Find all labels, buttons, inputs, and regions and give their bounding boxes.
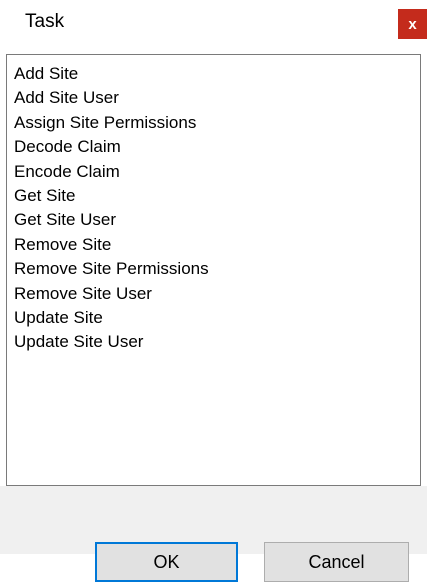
close-button[interactable]: x: [398, 9, 427, 39]
list-item-decode-claim[interactable]: Decode Claim: [7, 135, 420, 159]
list-item-add-site-user[interactable]: Add Site User: [7, 86, 420, 110]
cancel-button-label: Cancel: [308, 551, 365, 572]
window-title: Task: [25, 11, 65, 32]
list-item-remove-site-user[interactable]: Remove Site User: [7, 282, 420, 306]
task-listbox[interactable]: Add Site Add Site User Assign Site Permi…: [6, 54, 421, 486]
ok-button[interactable]: OK: [95, 542, 238, 582]
close-icon: x: [408, 15, 417, 33]
list-item-update-site-user[interactable]: Update Site User: [7, 330, 420, 354]
list-item-add-site[interactable]: Add Site: [7, 62, 420, 86]
list-item-remove-site[interactable]: Remove Site: [7, 233, 420, 257]
task-list: Add Site Add Site User Assign Site Permi…: [7, 55, 420, 355]
cancel-button[interactable]: Cancel: [264, 542, 409, 582]
list-item-update-site[interactable]: Update Site: [7, 306, 420, 330]
list-item-get-site[interactable]: Get Site: [7, 184, 420, 208]
ok-button-label: OK: [153, 551, 180, 572]
list-item-remove-site-permissions[interactable]: Remove Site Permissions: [7, 257, 420, 281]
list-item-encode-claim[interactable]: Encode Claim: [7, 160, 420, 184]
list-item-get-site-user[interactable]: Get Site User: [7, 208, 420, 232]
title-bar[interactable]: Task x: [0, 0, 427, 50]
task-dialog: Task x Add Site Add Site User Assign Sit…: [0, 0, 427, 582]
list-item-assign-site-permissions[interactable]: Assign Site Permissions: [7, 111, 420, 135]
